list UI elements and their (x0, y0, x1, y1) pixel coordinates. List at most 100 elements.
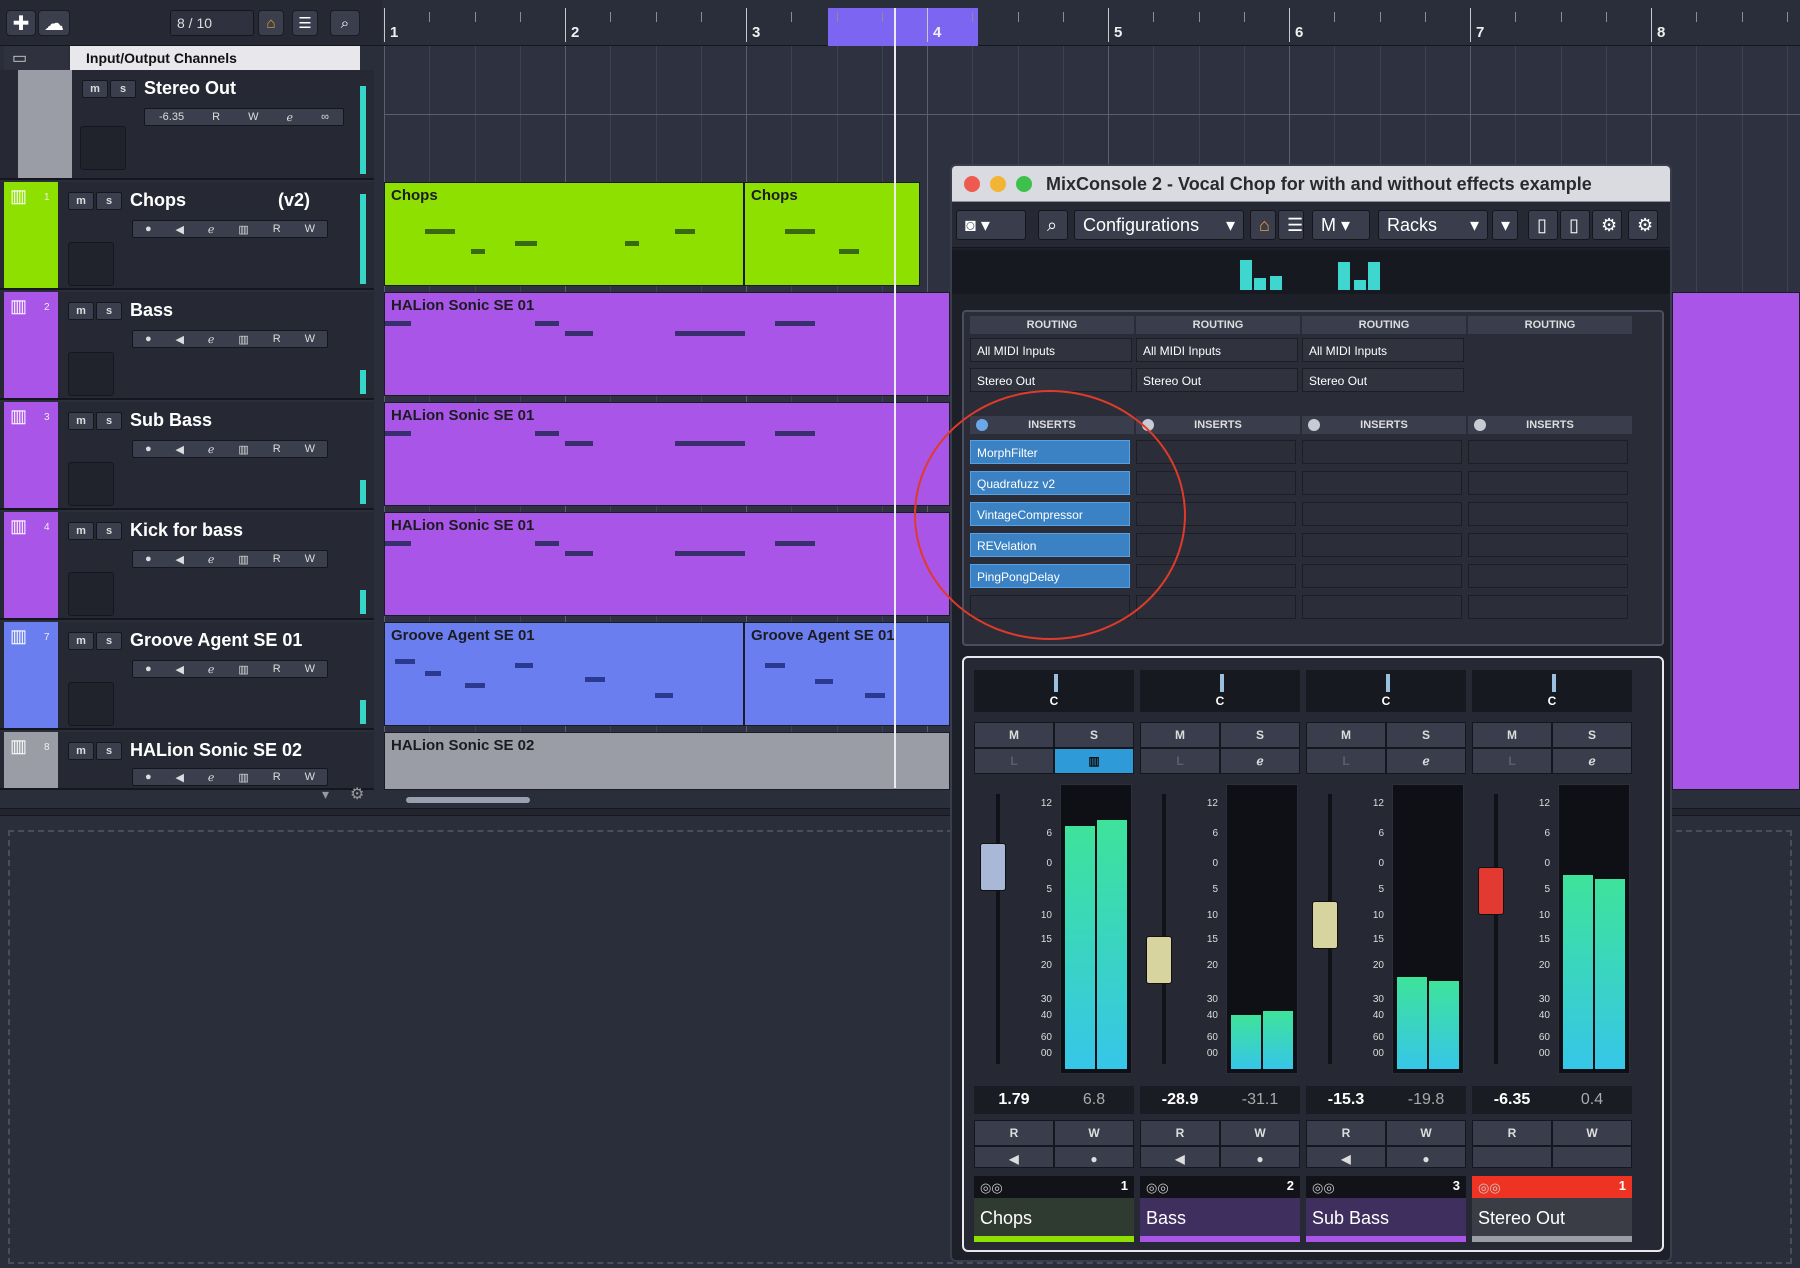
list-button[interactable]: ☰ (1278, 210, 1304, 240)
write-button[interactable]: W (305, 663, 315, 675)
link-icon[interactable]: ∞ (321, 111, 329, 123)
write-button[interactable]: W (1552, 1120, 1632, 1146)
solo-button[interactable]: S (1054, 722, 1134, 748)
read-button[interactable]: R (273, 663, 281, 675)
volume-value[interactable]: -28.9 (1140, 1086, 1220, 1114)
channel-name-field[interactable]: Stereo Out (1472, 1198, 1632, 1242)
edit-icon[interactable]: ℯ (208, 333, 215, 346)
loop-range[interactable] (828, 8, 978, 46)
read-button[interactable]: R (1472, 1120, 1552, 1146)
write-button[interactable]: W (305, 333, 315, 345)
part-groove-b[interactable]: Groove Agent SE 01 (744, 622, 950, 726)
write-button[interactable]: W (1054, 1120, 1134, 1146)
mute-button[interactable]: m (68, 632, 94, 650)
listen-button[interactable]: L (1306, 748, 1386, 774)
edit-button[interactable]: ℯ (1220, 748, 1300, 774)
pan-control[interactable]: C (974, 670, 1134, 712)
empty-insert-slot[interactable] (1136, 595, 1296, 619)
inserts-bypass-button[interactable] (1308, 419, 1320, 431)
solo-button[interactable]: s (96, 522, 122, 540)
write-button[interactable]: W (305, 223, 315, 235)
monitor-icon[interactable]: ◀ (176, 771, 184, 784)
monitor-icon[interactable]: ◀ (176, 553, 184, 566)
solo-button[interactable]: s (96, 742, 122, 760)
track-3[interactable]: ▥ 3 m s Sub Bass ● ◀ ℯ ▥ R W (0, 402, 374, 510)
horizontal-scrollbar[interactable] (406, 797, 530, 803)
read-button[interactable]: R (1140, 1120, 1220, 1146)
volume-value[interactable]: 1.79 (974, 1086, 1054, 1114)
monitor-icon[interactable]: ◀ (176, 223, 184, 236)
monitor-icon[interactable]: ◀ (176, 333, 184, 346)
read-button[interactable]: R (273, 223, 281, 235)
pan-control[interactable]: C (1140, 670, 1300, 712)
playhead-cursor[interactable] (894, 8, 896, 788)
link-icon[interactable]: ◎◎ (980, 1180, 1003, 1196)
solo-button[interactable]: s (96, 302, 122, 320)
empty-insert-slot[interactable] (1468, 471, 1628, 495)
settings-button[interactable]: ⚙ (1592, 210, 1622, 240)
mute-button[interactable]: m (68, 412, 94, 430)
part-halion-2[interactable]: HALion Sonic SE 02 (384, 732, 950, 790)
mixconsole-titlebar[interactable]: MixConsole 2 - Vocal Chop for with and w… (952, 166, 1670, 202)
write-button[interactable]: W (305, 553, 315, 565)
solo-button[interactable]: S (1552, 722, 1632, 748)
routing-input-slot[interactable]: All MIDI Inputs (1302, 338, 1464, 362)
gear-button[interactable]: ⚙ (1628, 210, 1658, 240)
add-track-button[interactable]: ✚ (6, 10, 36, 36)
visibility-button[interactable]: ⌂ (258, 10, 284, 36)
racks-dropdown[interactable]: Racks ▾ (1378, 210, 1488, 240)
stereo-out-track[interactable]: m s Stereo Out -6.35 R W ℯ ∞ (0, 70, 374, 180)
edit-button[interactable]: ℯ (1552, 748, 1632, 774)
track-1[interactable]: ▥ 1 m s Chops (v2) ● ◀ ℯ ▥ R W (0, 182, 374, 290)
empty-insert-slot[interactable] (1468, 564, 1628, 588)
mute-button[interactable]: M (1140, 722, 1220, 748)
write-button[interactable]: W (1220, 1120, 1300, 1146)
record-icon[interactable]: ● (145, 663, 152, 675)
empty-insert-slot[interactable] (1468, 595, 1628, 619)
more-dropdown[interactable]: ▾ (1492, 210, 1518, 240)
write-button[interactable]: W (305, 443, 315, 455)
solo-button[interactable]: S (1220, 722, 1300, 748)
write-button[interactable]: W (305, 771, 315, 783)
empty-insert-slot[interactable] (1302, 440, 1462, 464)
folder-button[interactable]: ▭ (4, 46, 68, 70)
edit-icon[interactable]: ℯ (208, 771, 215, 784)
write-button[interactable]: W (1386, 1120, 1466, 1146)
record-button[interactable]: ● (1220, 1146, 1300, 1168)
cloud-button[interactable]: ☁ (38, 10, 70, 36)
instrument-edit-icon[interactable]: ▥ (238, 223, 248, 236)
track-6[interactable]: ▥ 8 m s HALion Sonic SE 02 ● ◀ ℯ ▥ R W (0, 732, 374, 790)
configurations-dropdown[interactable]: Configurations ▾ (1074, 210, 1244, 240)
edit-icon[interactable]: ℯ (287, 111, 294, 124)
routing-output-slot[interactable]: Stereo Out (1136, 368, 1298, 392)
record-button[interactable]: ● (1386, 1146, 1466, 1168)
read-button[interactable]: R (273, 443, 281, 455)
empty-insert-slot[interactable] (1302, 533, 1462, 557)
peak-value[interactable]: 6.8 (1054, 1086, 1134, 1114)
empty-insert-slot[interactable] (1302, 502, 1462, 526)
left-zone-button[interactable]: ▯ (1528, 210, 1558, 240)
empty-insert-slot[interactable] (1302, 595, 1462, 619)
monitor-icon[interactable]: ◀ (176, 443, 184, 456)
empty-insert-slot[interactable] (1468, 533, 1628, 557)
empty-insert-slot[interactable] (1302, 471, 1462, 495)
listen-button[interactable]: L (1472, 748, 1552, 774)
mute-button[interactable]: M (974, 722, 1054, 748)
part-bass[interactable]: HALion Sonic SE 01 (384, 292, 950, 396)
m-dropdown[interactable]: M ▾ (1312, 210, 1370, 240)
record-icon[interactable]: ● (145, 223, 152, 235)
empty-insert-slot[interactable] (1468, 440, 1628, 464)
right-zone-button[interactable]: ▯ (1560, 210, 1590, 240)
link-icon[interactable]: ◎◎ (1146, 1180, 1169, 1196)
volume-fader[interactable] (1478, 867, 1504, 916)
routing-output-slot[interactable]: Stereo Out (1302, 368, 1464, 392)
mute-button[interactable]: m (68, 192, 94, 210)
close-button[interactable] (964, 176, 980, 192)
solo-button[interactable]: s (110, 80, 136, 98)
track-4[interactable]: ▥ 4 m s Kick for bass ● ◀ ℯ ▥ R W (0, 512, 374, 620)
instrument-button[interactable]: ▥ (1054, 748, 1134, 774)
edit-icon[interactable]: ℯ (208, 663, 215, 676)
timeline-ruler[interactable] (382, 0, 1800, 46)
mute-button[interactable]: m (82, 80, 108, 98)
collapse-icon[interactable]: ▾ (322, 786, 329, 803)
